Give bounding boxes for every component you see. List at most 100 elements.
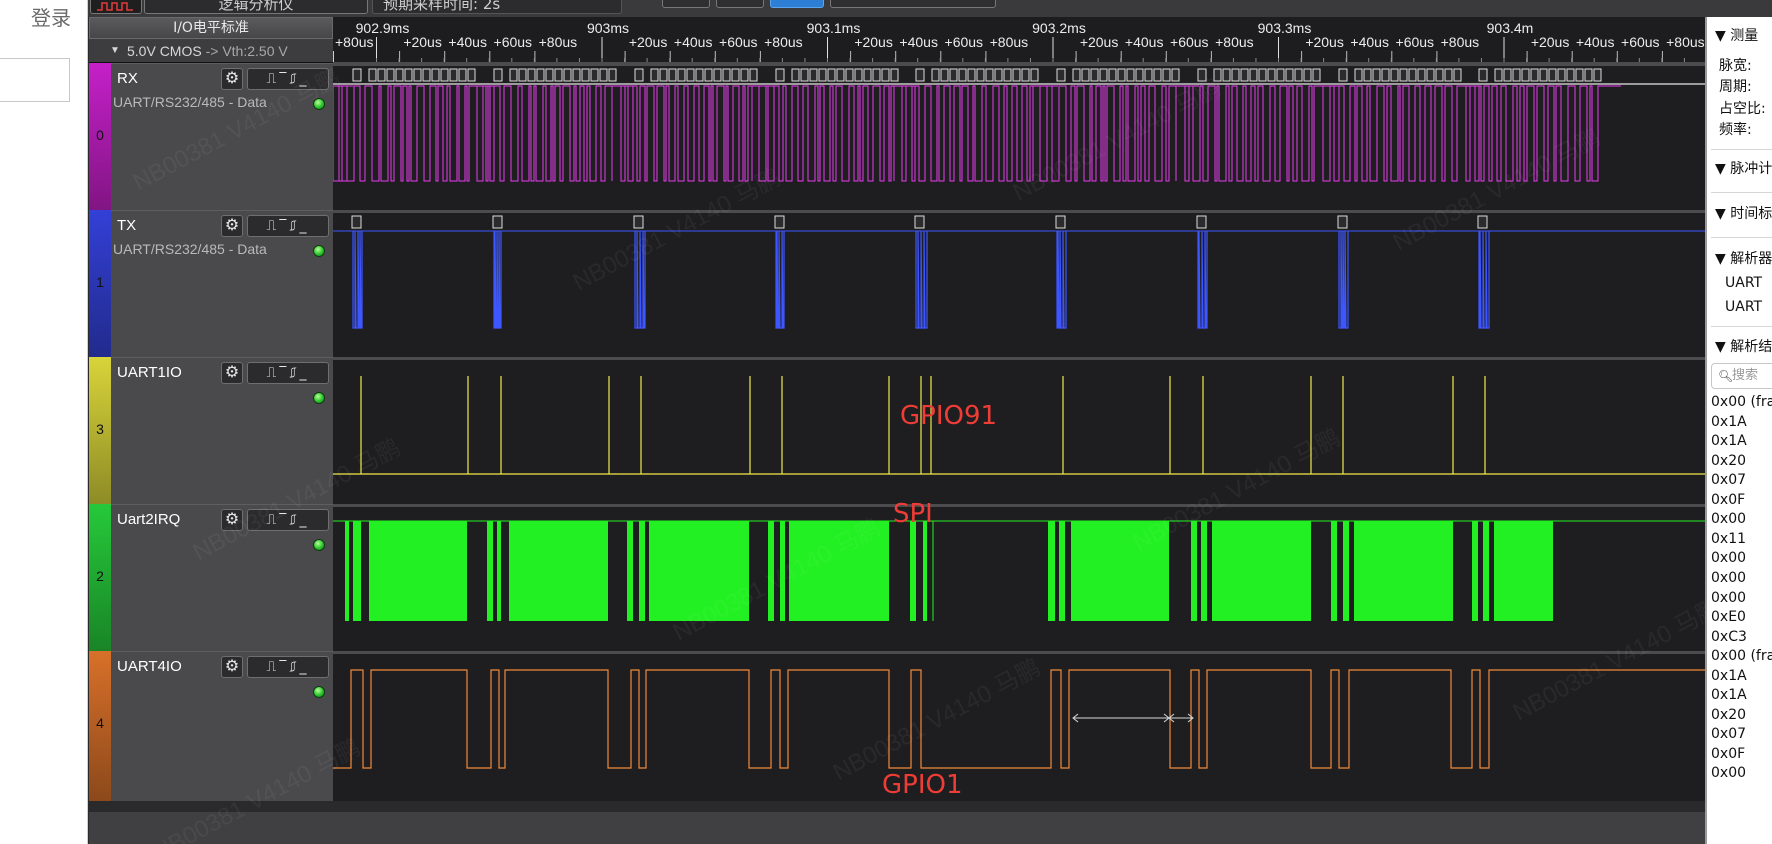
gear-icon[interactable]: ⚙ — [221, 68, 243, 90]
pulse-section[interactable]: ▼ 脉冲计 — [1715, 158, 1772, 178]
search-input[interactable]: 🔍︎ 搜索 — [1711, 363, 1772, 389]
decode-result-item[interactable]: 0x1A — [1711, 687, 1747, 703]
toolbar-button-2[interactable] — [716, 0, 764, 8]
status-led-icon — [313, 539, 325, 551]
decode-result-item[interactable]: 0x00 — [1711, 570, 1746, 586]
channel-color-bar[interactable]: 3 — [89, 357, 111, 507]
channel-label-panel[interactable]: UART4IO ⚙ ⎍‾⎎_ — [111, 651, 333, 801]
byte-marker — [958, 68, 967, 82]
channel-name[interactable]: UART4IO — [117, 658, 182, 675]
byte-marker — [940, 68, 949, 82]
decoder-item-2[interactable]: UART — [1725, 299, 1762, 315]
channel-color-bar[interactable]: 1 — [89, 210, 111, 360]
channel-waveform[interactable] — [333, 504, 1705, 654]
ruler-minor-label: +40us — [1350, 34, 1389, 50]
decode-result-item[interactable]: 0x1A — [1711, 414, 1747, 430]
byte-marker — [749, 68, 758, 82]
decode-result-item[interactable]: 0x1A — [1711, 433, 1747, 449]
channel-label-panel[interactable]: UART1IO ⚙ ⎍‾⎎_ — [111, 357, 333, 507]
toolbar-button-1[interactable] — [662, 0, 710, 8]
decode-result-item[interactable]: 0x00 — [1711, 511, 1746, 527]
decode-result-item[interactable]: 0x00 — [1711, 590, 1746, 606]
byte-marker — [1444, 68, 1453, 82]
channel-name[interactable]: Uart2IRQ — [117, 511, 180, 528]
gear-icon[interactable]: ⚙ — [221, 215, 243, 237]
decode-result-item[interactable]: 0x07 — [1711, 726, 1746, 742]
byte-marker — [1222, 68, 1231, 82]
decode-result-item[interactable]: 0x0F — [1711, 492, 1745, 508]
trigger-buttons[interactable]: ⎍‾⎎_ — [247, 68, 329, 90]
instrument-title[interactable]: 逻辑分析仪 — [144, 0, 368, 14]
results-section[interactable]: ▼ 解析结 — [1715, 336, 1772, 356]
trigger-buttons[interactable]: ⎍‾⎎_ — [247, 656, 329, 678]
channel-color-bar[interactable]: 4 — [89, 651, 111, 801]
channel-waveform[interactable] — [333, 651, 1705, 801]
decode-result-item[interactable]: 0x11 — [1711, 531, 1746, 547]
channel-row-3: 3 UART1IO ⚙ ⎍‾⎎_ — [89, 357, 1705, 507]
channel-waveform[interactable] — [333, 210, 1705, 360]
frame-marker — [493, 68, 503, 82]
measure-section[interactable]: ▼ 测量 — [1715, 25, 1758, 45]
decode-result-item[interactable]: 0x0F — [1711, 746, 1745, 762]
channel-name[interactable]: TX — [117, 217, 136, 234]
gear-icon[interactable]: ⚙ — [221, 509, 243, 531]
decode-result-item[interactable]: 0x00 — [1711, 765, 1746, 781]
tx-data-burst — [493, 230, 502, 329]
decode-result-item[interactable]: 0xC3 — [1711, 629, 1747, 645]
ruler-minor-label: +40us — [674, 34, 713, 50]
byte-marker — [659, 68, 668, 82]
channel-color-bar[interactable]: 0 — [89, 63, 111, 213]
channel-name[interactable]: RX — [117, 70, 138, 87]
tx-data-burst — [775, 230, 785, 329]
decoder-item-1[interactable]: UART — [1725, 275, 1762, 291]
start-button[interactable] — [770, 0, 824, 8]
decode-result-item[interactable]: 0x00 (fra — [1711, 648, 1772, 664]
frame-marker — [633, 215, 644, 229]
channel-color-bar[interactable]: 2 — [89, 504, 111, 654]
byte-marker — [1363, 68, 1372, 82]
byte-marker — [881, 68, 890, 82]
decode-result-item[interactable]: 0xE0 — [1711, 609, 1746, 625]
tx-data-burst — [1197, 230, 1208, 329]
channel-name[interactable]: UART1IO — [117, 364, 182, 381]
ruler-minor-label: +80us — [764, 34, 803, 50]
frame-marker — [1196, 215, 1207, 229]
byte-marker — [731, 68, 740, 82]
trigger-buttons[interactable]: ⎍‾⎎_ — [247, 362, 329, 384]
byte-marker — [1512, 68, 1521, 82]
decode-result-item[interactable]: 0x07 — [1711, 472, 1746, 488]
decode-result-item[interactable]: 0x20 — [1711, 453, 1746, 469]
byte-marker — [536, 68, 545, 82]
decode-result-item[interactable]: 0x1A — [1711, 668, 1747, 684]
expected-sample-time[interactable]: 预期采样时间: 2s — [372, 0, 622, 14]
decode-result-item[interactable]: 0x00 (fra — [1711, 394, 1772, 410]
waveform-mode-button[interactable] — [90, 0, 142, 14]
time-ruler[interactable]: +80us 902.9ms +20us +40us +60us +80us 903ms +20… — [333, 17, 1705, 63]
uart2irq-pulse — [1191, 521, 1197, 621]
io-level-standard[interactable]: ▼ 5.0V CMOS -> Vth:2.50 V — [89, 40, 333, 62]
byte-marker — [467, 68, 476, 82]
byte-marker — [854, 68, 863, 82]
decoders-section[interactable]: ▼ 解析器 — [1715, 248, 1772, 268]
byte-marker — [1503, 68, 1512, 82]
trigger-buttons[interactable]: ⎍‾⎎_ — [247, 509, 329, 531]
host-input-box[interactable] — [0, 58, 70, 102]
rx-edge — [333, 85, 353, 182]
byte-marker — [1276, 68, 1285, 82]
channel-waveform[interactable] — [333, 63, 1705, 213]
toolbar-field[interactable] — [830, 0, 996, 8]
trigger-buttons[interactable]: ⎍‾⎎_ — [247, 215, 329, 237]
login-link[interactable]: 登录 — [31, 2, 71, 31]
byte-marker — [722, 68, 731, 82]
decode-result-item[interactable]: 0x20 — [1711, 707, 1746, 723]
channel-waveform[interactable] — [333, 357, 1705, 507]
channel-label-panel[interactable]: Uart2IRQ ⚙ ⎍‾⎎_ — [111, 504, 333, 654]
ruler-minor-label: +60us — [494, 34, 533, 50]
channel-label-panel[interactable]: TX UART/RS232/485 - Data ⚙ ⎍‾⎎_ — [111, 210, 333, 360]
decode-result-item[interactable]: 0x00 — [1711, 550, 1746, 566]
ruler-minor-label: +80us — [539, 34, 578, 50]
timestamp-section[interactable]: ▼ 时间标 — [1715, 203, 1772, 223]
channel-label-panel[interactable]: RX UART/RS232/485 - Data ⚙ ⎍‾⎎_ — [111, 63, 333, 213]
gear-icon[interactable]: ⚙ — [221, 362, 243, 384]
gear-icon[interactable]: ⚙ — [221, 656, 243, 678]
